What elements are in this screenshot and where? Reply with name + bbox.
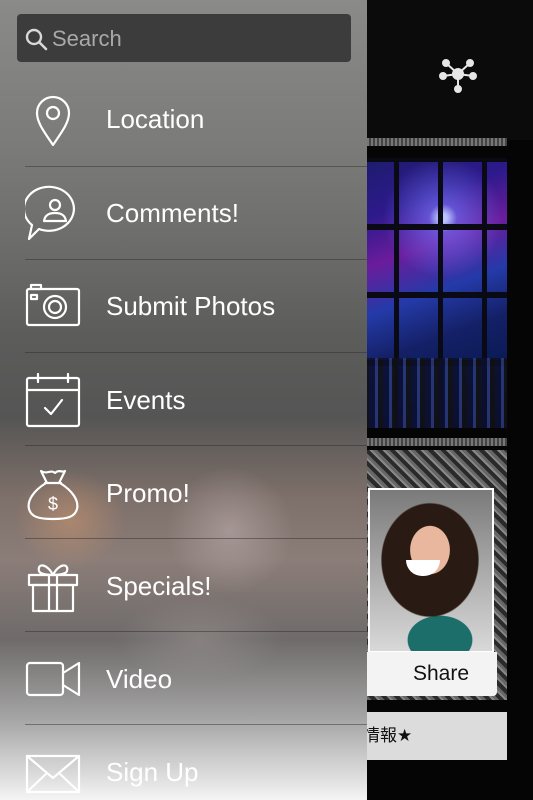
menu-item-label: Video [106, 664, 173, 694]
search-input[interactable] [50, 14, 344, 64]
search-icon [25, 28, 48, 51]
featured-photo [368, 488, 494, 653]
side-menu-drawer: Location Comments! Submit Photos [0, 0, 367, 800]
share-label: Share [412, 662, 470, 685]
menu-item-label: Location [106, 104, 205, 134]
video-camera-icon [25, 661, 81, 697]
info-bar[interactable]: 情報★ [355, 712, 507, 760]
svg-text:$: $ [48, 494, 58, 514]
menu-item-label: Promo! [106, 478, 190, 508]
gift-icon [27, 564, 79, 613]
menu-item-comments[interactable]: Comments! [0, 166, 367, 259]
menu-item-label: Submit Photos [106, 291, 276, 321]
divider-strip [355, 138, 507, 146]
money-bag-icon: $ [27, 469, 79, 521]
location-pin-icon [35, 95, 71, 147]
divider-strip [355, 438, 507, 446]
search-bar [17, 14, 351, 64]
menu-item-label: Comments! [106, 198, 239, 228]
menu-item-label: Specials! [106, 571, 212, 601]
share-button[interactable]: Share [355, 652, 497, 696]
menu-item-label: Sign Up [106, 757, 199, 787]
club-photo [355, 158, 507, 428]
menu-item-label: Events [106, 385, 186, 415]
menu-item-location[interactable]: Location [0, 73, 367, 166]
info-text: 情報★ [363, 726, 413, 745]
camera-icon [25, 283, 81, 327]
menu-item-sign-up[interactable]: Sign Up [0, 724, 367, 800]
menu-item-specials[interactable]: Specials! [0, 538, 367, 631]
menu-item-video[interactable]: Video [0, 631, 367, 724]
comment-user-icon [25, 185, 76, 241]
menu-item-events[interactable]: Events [0, 352, 367, 445]
envelope-icon [25, 754, 81, 794]
calendar-check-icon [25, 372, 81, 428]
network-share-icon[interactable] [438, 54, 478, 94]
menu-item-submit-photos[interactable]: Submit Photos [0, 259, 367, 352]
menu-item-promo[interactable]: $ Promo! [0, 445, 367, 538]
app-header [340, 0, 533, 140]
